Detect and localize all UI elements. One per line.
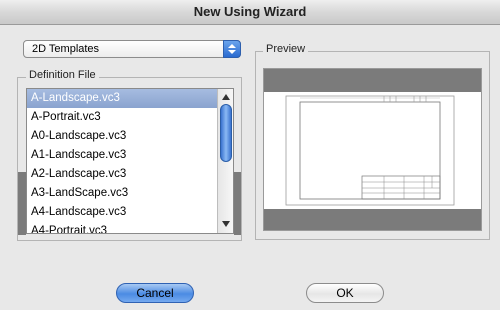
- scroll-thumb[interactable]: [220, 104, 232, 162]
- list-shadow-right: [234, 172, 241, 235]
- preview-label: Preview: [263, 43, 309, 55]
- wizard-window: New Using Wizard 2D Templates Definition…: [0, 0, 500, 310]
- window-title: New Using Wizard: [0, 0, 500, 25]
- list-item[interactable]: A0-Landscape.vc3: [27, 127, 217, 146]
- scroll-down-arrow-icon[interactable]: [222, 221, 230, 227]
- list-item[interactable]: A2-Landscape.vc3: [27, 165, 217, 184]
- list-scrollbar[interactable]: [217, 89, 233, 233]
- preview-band-top: [264, 69, 481, 92]
- cancel-button[interactable]: Cancel: [116, 283, 194, 303]
- template-type-value: 2D Templates: [32, 43, 100, 55]
- definition-file-label: Definition File: [26, 69, 99, 81]
- preview-band-bottom: [264, 209, 481, 230]
- template-type-popup[interactable]: 2D Templates: [23, 40, 241, 58]
- list-item[interactable]: A-Portrait.vc3: [27, 108, 217, 127]
- ok-button[interactable]: OK: [306, 283, 384, 303]
- scroll-up-arrow-icon[interactable]: [222, 94, 230, 100]
- list-item[interactable]: A1-Landscape.vc3: [27, 146, 217, 165]
- list-shadow-left: [18, 172, 26, 235]
- list-item[interactable]: A3-LandScape.vc3: [27, 184, 217, 203]
- list-item[interactable]: A4-Landscape.vc3: [27, 203, 217, 222]
- template-preview: [263, 68, 482, 231]
- list-item[interactable]: A4-Portrait.vc3: [27, 222, 217, 233]
- definition-file-list[interactable]: A-Landscape.vc3 A-Portrait.vc3 A0-Landsc…: [26, 88, 234, 234]
- popup-arrows-icon[interactable]: [223, 40, 241, 58]
- list-item[interactable]: A-Landscape.vc3: [27, 89, 217, 108]
- drawing-sheet-thumbnail: [285, 95, 455, 206]
